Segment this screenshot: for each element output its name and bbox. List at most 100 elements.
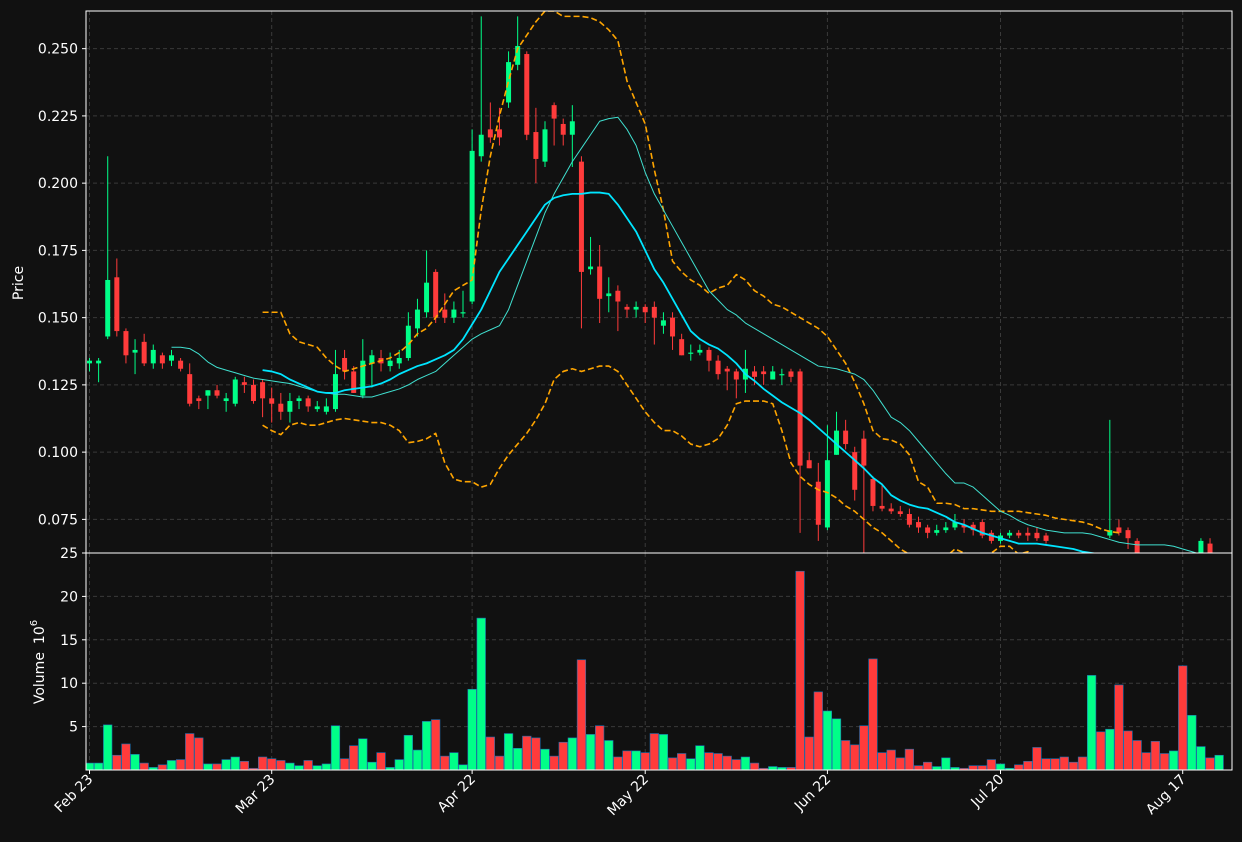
volume-bar: [941, 757, 951, 770]
volume-bar: [367, 761, 377, 770]
candle-body: [560, 123, 566, 135]
candle-body: [187, 374, 193, 404]
volume-bar: [166, 760, 177, 770]
volume-bar: [968, 765, 978, 770]
candle-body: [460, 312, 466, 314]
price-tick-label: 0.225: [38, 109, 78, 125]
volume-bar: [349, 745, 359, 770]
volume-bar: [868, 658, 878, 770]
volume-bar: [595, 725, 605, 770]
candle-body: [697, 349, 703, 353]
candle-body: [314, 406, 320, 410]
volume-bar: [932, 766, 942, 770]
volume-bar: [1150, 741, 1160, 770]
candle-body: [888, 508, 894, 512]
volume-tick-label: 5: [69, 720, 78, 736]
volume-bar: [112, 754, 122, 770]
volume-bar: [585, 734, 596, 770]
candle-body: [524, 54, 530, 135]
volume-bar: [877, 752, 887, 770]
volume-bar: [1178, 665, 1188, 770]
volume-bar: [1205, 757, 1215, 770]
volume-bar: [667, 757, 678, 770]
volume-axis-base: 10: [32, 626, 48, 644]
candle-body: [387, 360, 393, 367]
volume-bar: [503, 733, 514, 770]
candle: [524, 51, 530, 141]
volume-bar: [130, 754, 140, 770]
volume-bar: [995, 763, 1006, 770]
candle-body: [196, 398, 202, 402]
volume-bar: [321, 763, 331, 770]
volume-axis-label: Volume: [32, 652, 48, 704]
volume-bar: [449, 752, 459, 770]
volume-bar: [458, 764, 468, 770]
volume-bar: [841, 740, 851, 770]
volume-bar: [1187, 715, 1197, 770]
volume-bar: [1087, 675, 1097, 770]
volume-bar: [330, 725, 341, 770]
volume-bar: [476, 617, 486, 770]
candle-body: [105, 279, 111, 337]
volume-bar: [731, 759, 741, 770]
candle-body: [861, 438, 867, 466]
candle-body: [396, 357, 402, 364]
volume-bar: [1032, 747, 1042, 770]
candle-body: [223, 398, 229, 402]
volume-bar: [540, 748, 550, 770]
candle-body: [843, 430, 849, 445]
volume-bar: [303, 760, 313, 770]
candle-body: [296, 398, 302, 402]
candle-body: [715, 360, 721, 375]
price-tick-label: 0.100: [38, 445, 78, 461]
candle-body: [451, 309, 457, 318]
candle-body: [487, 129, 493, 138]
volume-bar: [394, 759, 404, 770]
volume-bar: [421, 721, 432, 770]
candle-body: [214, 390, 220, 396]
price-tick-label: 0.150: [38, 311, 78, 327]
candle-body: [934, 530, 940, 533]
volume-bar: [285, 762, 295, 770]
volume-axis-title: Volume 106: [29, 620, 48, 704]
candle-body: [87, 360, 92, 364]
volume-bar: [485, 736, 495, 770]
volume-tick-label: 15: [60, 633, 78, 649]
candle-body: [1016, 532, 1022, 536]
volume-bar: [212, 763, 222, 770]
candle-body: [606, 293, 612, 297]
volume-bar: [221, 759, 231, 770]
candle: [979, 519, 985, 539]
volume-bar: [121, 743, 131, 770]
volume-bar: [531, 737, 541, 770]
volume-bar: [139, 762, 149, 770]
volume-bar: [494, 755, 505, 770]
volume-bar: [677, 753, 687, 770]
volume-bar: [339, 758, 350, 770]
volume-bar: [1196, 746, 1206, 770]
candle: [232, 376, 238, 407]
volume-bar: [622, 750, 632, 770]
volume-bar: [923, 761, 933, 770]
volume-axis-exponent: 6: [29, 620, 40, 626]
volume-tick-label: 20: [60, 589, 78, 605]
volume-bar: [522, 735, 532, 770]
volume-bar: [850, 744, 860, 770]
volume-bar: [1096, 731, 1106, 770]
candle-body: [533, 132, 539, 159]
price-tick-label: 0.250: [38, 42, 78, 58]
volume-bar: [1168, 750, 1179, 770]
candle-body: [688, 352, 694, 354]
candle-body: [706, 349, 712, 361]
candle-body: [925, 527, 931, 533]
volume-bar: [376, 752, 386, 770]
candle-body: [205, 390, 211, 396]
volume-bar: [1105, 728, 1115, 770]
candle-body: [241, 382, 247, 385]
candle-body: [660, 320, 666, 326]
candle-body: [542, 129, 548, 162]
volume-bar: [431, 719, 441, 770]
candle-body: [424, 282, 430, 313]
candle-body: [916, 522, 922, 528]
candle-body: [770, 371, 776, 380]
